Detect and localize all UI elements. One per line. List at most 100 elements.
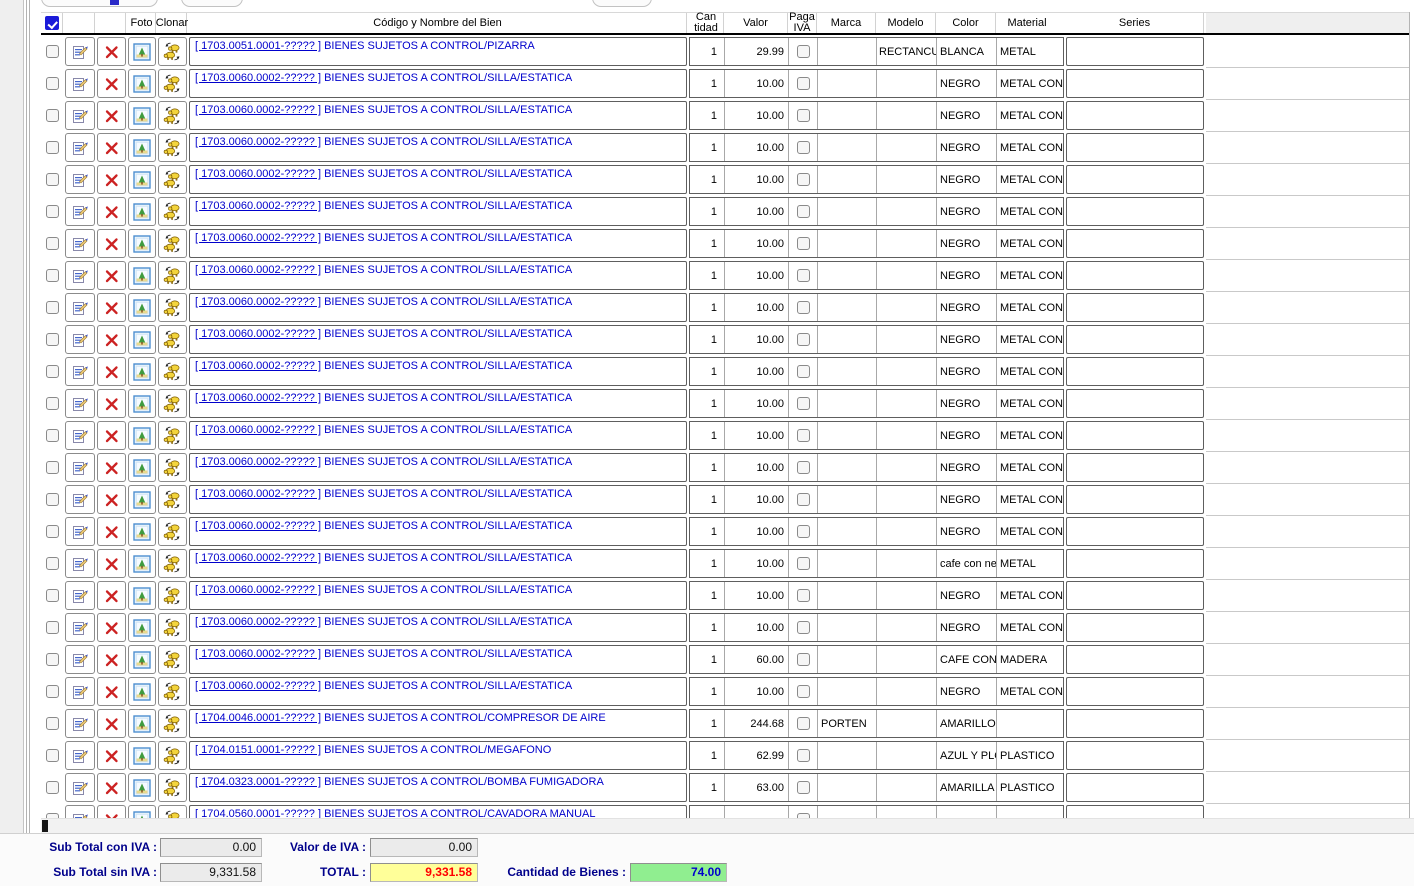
delete-button[interactable] <box>97 517 126 546</box>
delete-button[interactable] <box>97 613 126 642</box>
row-select-checkbox[interactable] <box>46 397 59 410</box>
clonar-button[interactable] <box>158 709 187 738</box>
edit-button[interactable] <box>65 165 95 194</box>
item-code-link[interactable]: [ 1703.0060.0002-????? ] <box>195 392 321 404</box>
row-select-checkbox[interactable] <box>46 141 59 154</box>
paga-iva-checkbox[interactable] <box>797 365 810 378</box>
foto-button[interactable] <box>128 101 156 130</box>
row-select-checkbox[interactable] <box>46 45 59 58</box>
paga-iva-checkbox[interactable] <box>797 621 810 634</box>
foto-button[interactable] <box>128 229 156 258</box>
select-all-checkbox-checked-icon[interactable] <box>45 16 59 30</box>
item-code-link[interactable]: [ 1703.0060.0002-????? ] <box>195 136 321 148</box>
row-select-checkbox[interactable] <box>46 269 59 282</box>
foto-button[interactable] <box>128 389 156 418</box>
item-code-link[interactable]: [ 1704.0560.0001-????? ] <box>195 808 321 818</box>
row-select-checkbox[interactable] <box>46 717 59 730</box>
delete-button[interactable] <box>97 677 126 706</box>
item-code-link[interactable]: [ 1703.0060.0002-????? ] <box>195 264 321 276</box>
item-code-link[interactable]: [ 1703.0060.0002-????? ] <box>195 424 321 436</box>
clonar-button[interactable] <box>158 453 187 482</box>
delete-button[interactable] <box>97 581 126 610</box>
paga-iva-checkbox[interactable] <box>797 397 810 410</box>
paga-iva-checkbox[interactable] <box>797 493 810 506</box>
foto-button[interactable] <box>128 805 156 818</box>
splitter-line[interactable] <box>26 0 27 886</box>
toolbar-button-partial-3[interactable] <box>592 0 652 7</box>
delete-button[interactable] <box>97 549 126 578</box>
item-code-link[interactable]: [ 1703.0060.0002-????? ] <box>195 200 321 212</box>
edit-button[interactable] <box>65 645 95 674</box>
splitter-line[interactable] <box>29 0 30 886</box>
row-select-checkbox[interactable] <box>46 621 59 634</box>
clonar-button[interactable] <box>158 741 187 770</box>
delete-button[interactable] <box>97 805 126 818</box>
delete-button[interactable] <box>97 453 126 482</box>
foto-button[interactable] <box>128 645 156 674</box>
row-select-checkbox[interactable] <box>46 237 59 250</box>
item-code-link[interactable]: [ 1703.0060.0002-????? ] <box>195 584 321 596</box>
clonar-button[interactable] <box>158 645 187 674</box>
item-code-link[interactable]: [ 1703.0060.0002-????? ] <box>195 168 321 180</box>
edit-button[interactable] <box>65 581 95 610</box>
paga-iva-checkbox[interactable] <box>797 525 810 538</box>
row-select-checkbox[interactable] <box>46 525 59 538</box>
item-code-link[interactable]: [ 1703.0060.0002-????? ] <box>195 616 321 628</box>
row-select-checkbox[interactable] <box>46 557 59 570</box>
row-select-checkbox[interactable] <box>46 749 59 762</box>
delete-button[interactable] <box>97 133 126 162</box>
foto-button[interactable] <box>128 37 156 66</box>
delete-button[interactable] <box>97 229 126 258</box>
foto-button[interactable] <box>128 261 156 290</box>
clonar-button[interactable] <box>158 101 187 130</box>
delete-button[interactable] <box>97 293 126 322</box>
row-select-checkbox[interactable] <box>46 685 59 698</box>
item-code-link[interactable]: [ 1703.0060.0002-????? ] <box>195 680 321 692</box>
edit-button[interactable] <box>65 613 95 642</box>
clonar-button[interactable] <box>158 261 187 290</box>
item-code-link[interactable]: [ 1703.0060.0002-????? ] <box>195 552 321 564</box>
paga-iva-checkbox[interactable] <box>797 781 810 794</box>
delete-button[interactable] <box>97 773 126 802</box>
row-select-checkbox[interactable] <box>46 205 59 218</box>
edit-button[interactable] <box>65 197 95 226</box>
item-code-link[interactable]: [ 1703.0060.0002-????? ] <box>195 488 321 500</box>
delete-button[interactable] <box>97 165 126 194</box>
edit-button[interactable] <box>65 261 95 290</box>
clonar-button[interactable] <box>158 133 187 162</box>
delete-button[interactable] <box>97 101 126 130</box>
edit-button[interactable] <box>65 325 95 354</box>
item-code-link[interactable]: [ 1704.0046.0001-????? ] <box>195 712 321 724</box>
item-code-link[interactable]: [ 1703.0060.0002-????? ] <box>195 328 321 340</box>
foto-button[interactable] <box>128 709 156 738</box>
row-select-checkbox[interactable] <box>46 365 59 378</box>
paga-iva-checkbox[interactable] <box>797 77 810 90</box>
foto-button[interactable] <box>128 197 156 226</box>
edit-button[interactable] <box>65 709 95 738</box>
paga-iva-checkbox[interactable] <box>797 717 810 730</box>
paga-iva-checkbox[interactable] <box>797 109 810 122</box>
foto-button[interactable] <box>128 485 156 514</box>
item-code-link[interactable]: [ 1703.0060.0002-????? ] <box>195 360 321 372</box>
item-code-link[interactable]: [ 1703.0060.0002-????? ] <box>195 648 321 660</box>
paga-iva-checkbox[interactable] <box>797 461 810 474</box>
clonar-button[interactable] <box>158 389 187 418</box>
foto-button[interactable] <box>128 581 156 610</box>
paga-iva-checkbox[interactable] <box>797 237 810 250</box>
foto-button[interactable] <box>128 293 156 322</box>
item-code-link[interactable]: [ 1703.0060.0002-????? ] <box>195 104 321 116</box>
clonar-button[interactable] <box>158 37 187 66</box>
clonar-button[interactable] <box>158 229 187 258</box>
delete-button[interactable] <box>97 325 126 354</box>
foto-button[interactable] <box>128 133 156 162</box>
foto-button[interactable] <box>128 421 156 450</box>
edit-button[interactable] <box>65 293 95 322</box>
clonar-button[interactable] <box>158 325 187 354</box>
clonar-button[interactable] <box>158 805 187 818</box>
edit-button[interactable] <box>65 37 95 66</box>
foto-button[interactable] <box>128 741 156 770</box>
row-select-checkbox[interactable] <box>46 173 59 186</box>
paga-iva-checkbox[interactable] <box>797 333 810 346</box>
foto-button[interactable] <box>128 773 156 802</box>
item-code-link[interactable]: [ 1704.0151.0001-????? ] <box>195 744 321 756</box>
